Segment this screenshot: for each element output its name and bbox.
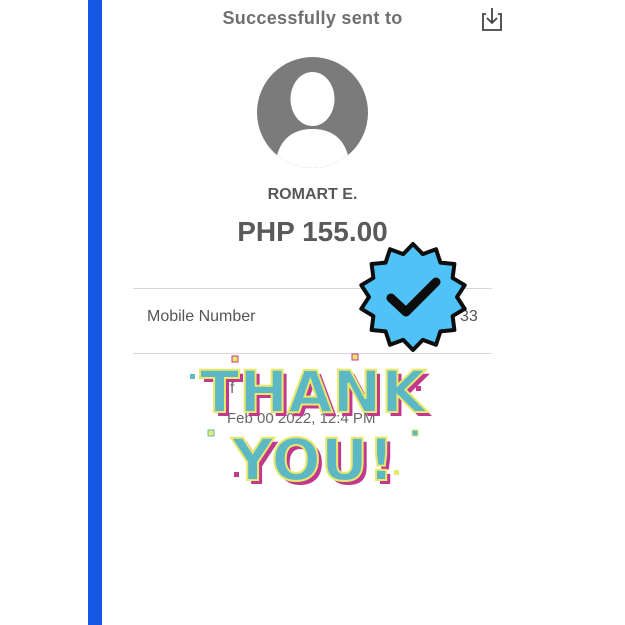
thank-you-sticker: THANK THANK YOU! YOU! xyxy=(190,353,432,498)
accent-side-bar xyxy=(88,0,102,625)
page-title: Successfully sent to xyxy=(222,8,403,28)
mobile-number-label: Mobile Number xyxy=(147,308,256,325)
avatar xyxy=(257,57,368,168)
thank-text: THANK xyxy=(200,358,429,426)
amount-sent: PHP 155.00 xyxy=(237,216,388,247)
download-icon[interactable] xyxy=(479,5,505,33)
you-text: YOU! xyxy=(231,426,395,494)
recipient-name: ROMART E. xyxy=(267,186,358,203)
verified-check-badge-icon xyxy=(359,242,467,352)
